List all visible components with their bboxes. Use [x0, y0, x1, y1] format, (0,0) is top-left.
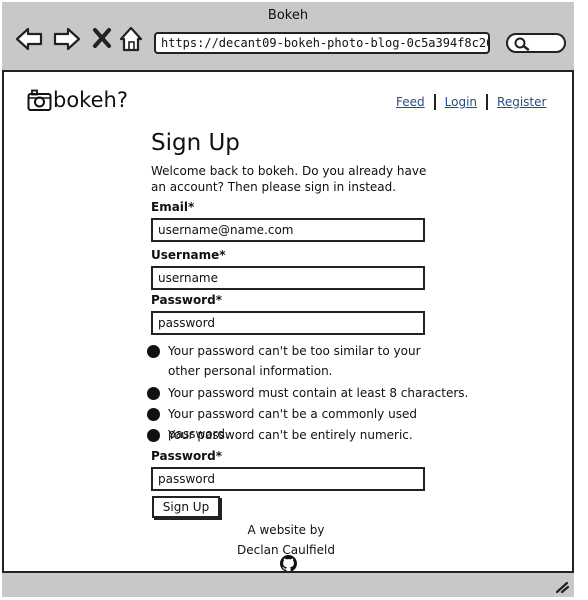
password-requirement: Your password can't be too similar to yo…	[147, 344, 477, 381]
site-logo[interactable]: bokeh?	[27, 88, 128, 112]
password-requirement: Your password can't be entirely numeric.	[147, 428, 477, 445]
bullet-icon	[147, 408, 160, 421]
password-label: Password*	[151, 293, 222, 307]
password-confirm-field[interactable]: password	[151, 467, 425, 491]
browser-status-bar	[2, 571, 574, 597]
email-field[interactable]: username@name.com	[151, 218, 425, 242]
username-label: Username*	[151, 248, 226, 262]
bullet-icon	[147, 345, 160, 358]
github-icon[interactable]	[280, 555, 297, 572]
password-requirement: Your password must contain at least 8 ch…	[147, 386, 477, 403]
password-confirm-label: Password*	[151, 449, 222, 463]
nav-link-register[interactable]: Register	[497, 95, 546, 109]
close-icon[interactable]	[90, 24, 120, 54]
sign-up-button[interactable]: Sign Up	[152, 496, 220, 518]
bullet-icon	[147, 429, 160, 442]
camera-icon	[27, 89, 52, 111]
back-arrow-icon[interactable]	[14, 24, 44, 54]
welcome-text: Welcome back to bokeh. Do you already ha…	[151, 164, 427, 194]
nav-link-feed[interactable]: Feed	[396, 95, 425, 109]
resize-grip-icon[interactable]	[554, 580, 570, 594]
nav-divider	[486, 94, 489, 110]
password-field[interactable]: password	[151, 311, 425, 335]
username-field[interactable]: username	[151, 266, 425, 290]
window-title: Bokeh	[267, 8, 309, 23]
footer-credit-line: A website by	[247, 523, 325, 537]
address-bar[interactable]: https://decant09-bokeh-photo-blog-0c5a39…	[154, 32, 490, 54]
page-title: Sign Up	[151, 130, 240, 156]
home-icon[interactable]	[118, 24, 148, 54]
forward-arrow-icon[interactable]	[52, 24, 82, 54]
bullet-icon	[147, 387, 160, 400]
site-footer: A website by Declan Caulfield	[186, 520, 386, 560]
nav-divider	[433, 94, 436, 110]
browser-search-field[interactable]	[506, 33, 566, 53]
search-icon	[514, 37, 530, 51]
browser-toolbar: Bokeh https://decant09-bokeh-photo-blog-…	[2, 2, 574, 72]
brand-name: bokeh?	[53, 88, 128, 112]
nav-link-login[interactable]: Login	[445, 95, 477, 109]
email-label: Email*	[151, 200, 195, 214]
top-nav: Feed Login Register	[396, 94, 546, 110]
